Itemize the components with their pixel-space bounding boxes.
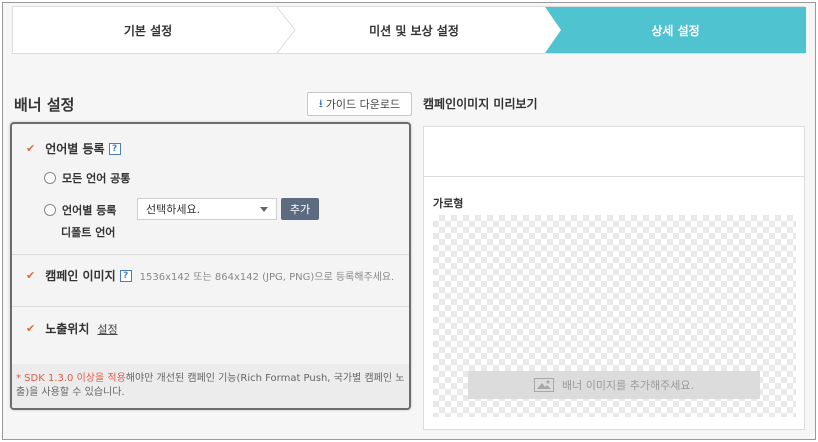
campaign-image-row: ✔ 캠페인 이미지 ? 1536x142 또는 864x142 (JPG, PN…	[26, 267, 394, 284]
radio-all-languages-label: 모든 언어 공통	[62, 172, 131, 185]
exposure-position-row: ✔ 노출위치 설정	[26, 320, 118, 337]
campaign-image-preview-title: 캠페인이미지 미리보기	[423, 97, 538, 111]
add-banner-image-label: 배너 이미지를 추가해주세요.	[562, 379, 694, 392]
radio-all-languages[interactable]	[44, 172, 56, 184]
banner-settings-panel: ✔ 언어별 등록 ? 모든 언어 공통 언어별 등록 선택하세요. 추가 디폴트…	[10, 122, 411, 410]
help-icon[interactable]: ?	[119, 269, 132, 282]
step-detail-settings[interactable]: 상세 설정	[545, 7, 806, 53]
language-registration-label: 언어별 등록	[45, 142, 105, 156]
check-icon: ✔	[26, 269, 36, 282]
chevron-down-icon	[260, 207, 268, 212]
radio-each-language-label: 언어별 등록	[62, 204, 117, 217]
step-mission-reward-settings[interactable]: 미션 및 보상 설정	[283, 7, 545, 53]
download-icon: ⭳	[318, 96, 323, 110]
campaign-image-hint: 1536x142 또는 864x142 (JPG, PNG)으로 등록해주세요.	[139, 272, 395, 283]
sdk-notice: * SDK 1.3.0 이상을 적용해야만 개선된 캠페인 기능(Rich Fo…	[12, 364, 409, 408]
exposure-position-settings-link[interactable]: 설정	[97, 321, 117, 337]
step-progress-bar: 기본 설정 미션 및 보상 설정 상세 설정	[12, 6, 806, 54]
radio-all-languages-row[interactable]: 모든 언어 공통	[44, 170, 130, 186]
sdk-notice-line1: * SDK 1.3.0 이상을 적용해야만 개선된 캠페인 기능(Rich Fo…	[16, 372, 405, 386]
guide-download-button[interactable]: ⭳ 가이드 다운로드	[307, 92, 412, 116]
divider	[12, 254, 409, 255]
divider	[12, 306, 409, 307]
image-icon	[534, 378, 555, 392]
radio-each-language-row[interactable]: 언어별 등록	[44, 202, 116, 218]
language-registration-row: ✔ 언어별 등록 ?	[26, 140, 121, 157]
help-icon[interactable]: ?	[108, 142, 121, 155]
language-select-value: 선택하세요.	[146, 203, 201, 216]
banner-settings-title: 배너 설정	[14, 96, 75, 114]
sdk-notice-highlight: * SDK 1.3.0 이상을 적용	[16, 373, 126, 384]
guide-download-label: 가이드 다운로드	[325, 98, 401, 111]
campaign-image-label: 캠페인 이미지	[45, 269, 116, 283]
preview-horizontal-label: 가로형	[433, 197, 464, 210]
sdk-notice-text: 해야만 개선된 캠페인 기능(Rich Format Push, 국가별 캠페인…	[125, 373, 405, 384]
preview-top-area	[424, 127, 804, 177]
add-banner-image-button[interactable]: 배너 이미지를 추가해주세요.	[468, 371, 760, 399]
default-language-label: 디폴트 언어	[61, 226, 116, 239]
campaign-image-preview: 가로형 배너 이미지를 추가해주세요.	[423, 126, 805, 430]
exposure-position-label: 노출위치	[45, 322, 90, 336]
add-language-button[interactable]: 추가	[281, 198, 319, 220]
sdk-notice-line2: 출)을 사용할 수 있습니다.	[16, 387, 125, 398]
language-select[interactable]: 선택하세요.	[137, 198, 277, 220]
check-icon: ✔	[26, 142, 36, 155]
radio-each-language[interactable]	[44, 204, 56, 216]
check-icon: ✔	[26, 322, 36, 335]
step-basic-settings[interactable]: 기본 설정	[13, 7, 283, 53]
